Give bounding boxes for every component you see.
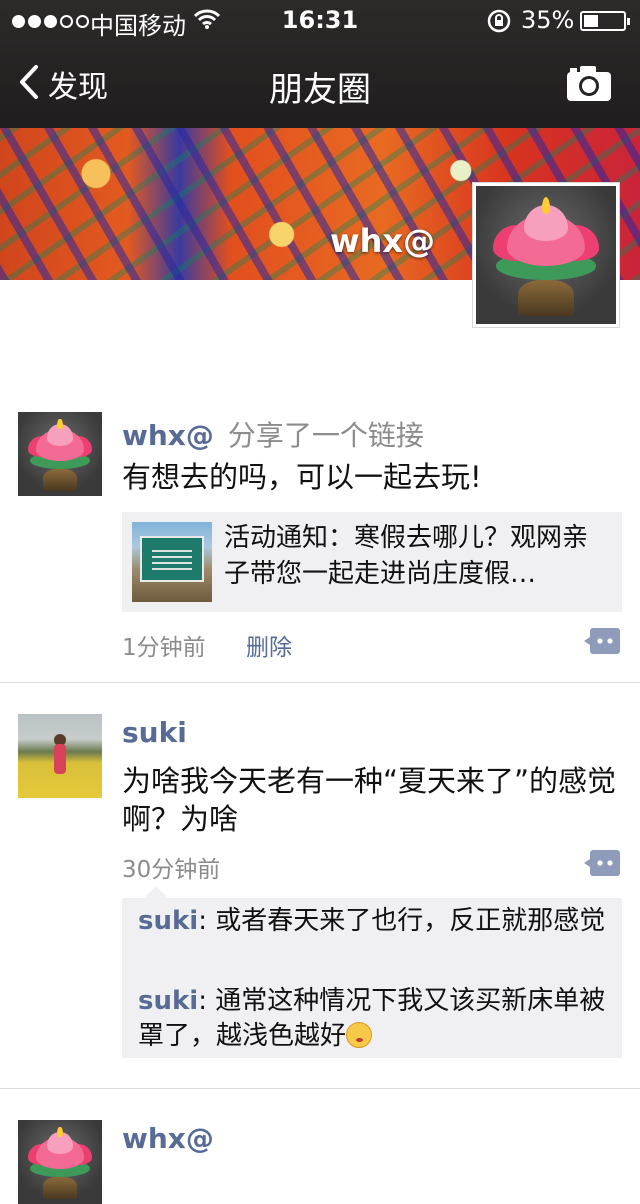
battery-percent: 35% xyxy=(521,6,575,34)
avatar[interactable] xyxy=(18,412,102,496)
battery-icon xyxy=(580,11,630,31)
divider xyxy=(0,1088,640,1089)
comment-text: 或者春天来了也行，反正就那感觉 xyxy=(215,906,606,936)
smile-emoji-icon xyxy=(346,1022,373,1048)
post-author[interactable]: whx@ xyxy=(122,419,214,452)
post-time: 30分钟前 xyxy=(122,857,221,883)
post-text: 有想去的吗，可以一起去玩! xyxy=(122,460,482,494)
navigation-bar: 发现 朋友圈 xyxy=(0,40,640,128)
post-text: 为啥我今天老有一种“夏天来了”的感觉啊？为啥 xyxy=(122,764,617,836)
comment-bubble-icon[interactable] xyxy=(584,628,620,654)
comment-item[interactable]: suki: 通常这种情况下我又该买新床单被罩了，越浅色越好 xyxy=(138,984,612,1054)
comment-separator: : xyxy=(198,986,216,1016)
comment-item[interactable]: suki: 或者春天来了也行，反正就那感觉 xyxy=(138,904,612,939)
comment-bubble-icon[interactable] xyxy=(584,850,620,876)
avatar[interactable] xyxy=(18,1120,102,1204)
post-author[interactable]: whx@ xyxy=(122,1122,214,1155)
comment-author[interactable]: suki xyxy=(138,906,198,936)
link-thumbnail xyxy=(132,522,212,602)
post-author[interactable]: suki xyxy=(122,716,187,749)
rotation-lock-icon xyxy=(486,8,512,38)
page-title: 朋友圈 xyxy=(269,70,371,110)
divider xyxy=(0,682,640,683)
delete-button[interactable]: 删除 xyxy=(246,628,292,662)
post-action: 分享了一个链接 xyxy=(227,419,424,452)
profile-name: whx@ xyxy=(330,222,435,260)
top-bar: 中国移动 16:31 35% 发现 朋友圈 xyxy=(0,0,640,128)
post-time: 1分钟前 xyxy=(122,635,206,661)
camera-icon xyxy=(566,66,612,106)
comments-box: suki: 或者春天来了也行，反正就那感觉 suki: 通常这种情况下我又该买新… xyxy=(122,886,622,1058)
comment-separator: : xyxy=(198,906,216,936)
profile-avatar[interactable] xyxy=(472,182,620,328)
comment-author[interactable]: suki xyxy=(138,986,198,1016)
status-bar: 中国移动 16:31 35% xyxy=(0,0,640,40)
shared-link-card[interactable]: 活动通知：寒假去哪儿？观网亲子带您一起走进尚庄度假… xyxy=(122,512,622,612)
avatar[interactable] xyxy=(18,714,102,798)
post-author-line: whx@ 分享了一个链接 xyxy=(122,414,424,454)
link-title: 活动通知：寒假去哪儿？观网亲子带您一起走进尚庄度假… xyxy=(224,523,589,589)
camera-button[interactable] xyxy=(566,64,612,106)
